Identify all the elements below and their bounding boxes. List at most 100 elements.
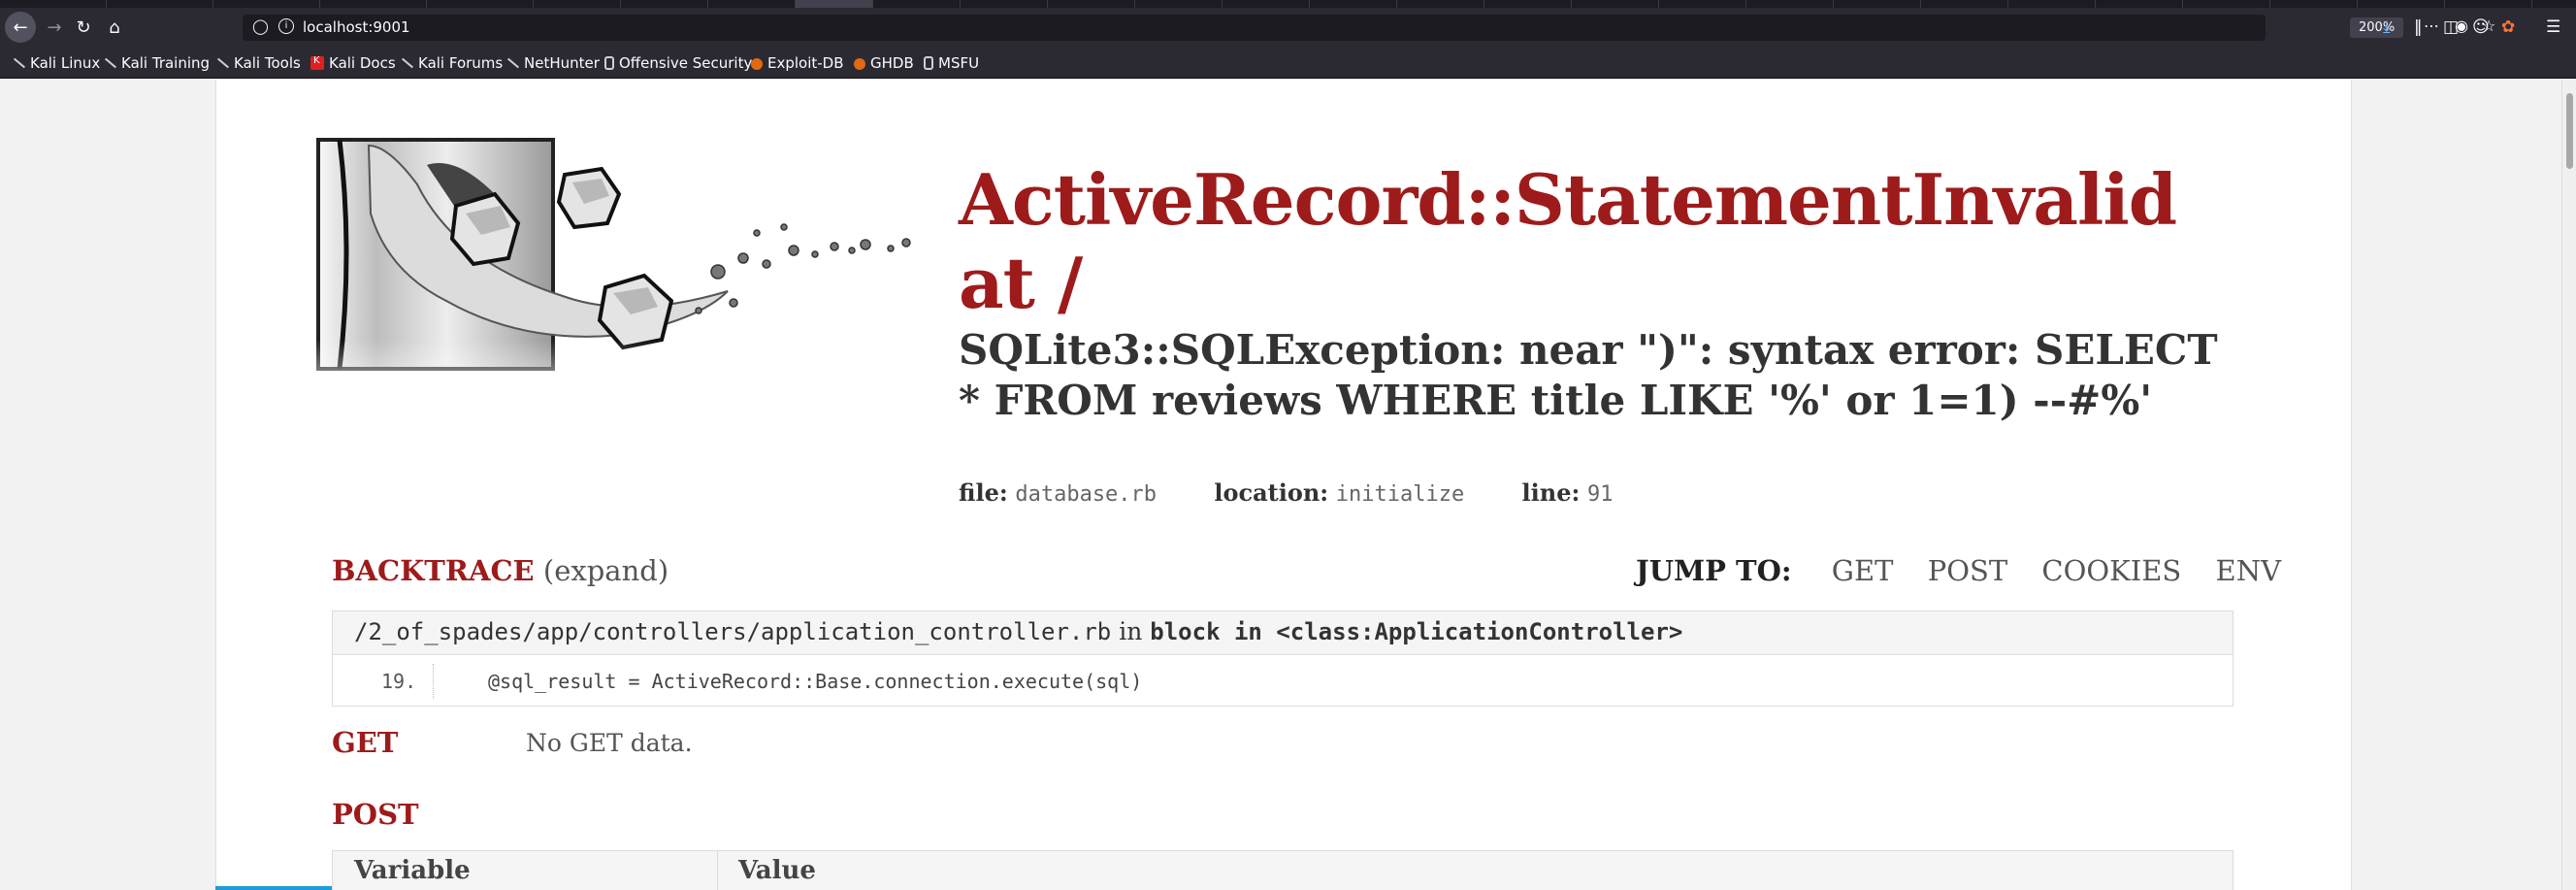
jump-link-post[interactable]: POST	[1928, 554, 2008, 587]
forward-icon[interactable]: →	[39, 12, 70, 43]
vertical-scrollbar[interactable]	[2561, 80, 2576, 890]
frame-file-path: /2_of_spades/app/controllers/application…	[354, 618, 1112, 645]
frame-in-text: in	[1119, 617, 1143, 645]
tab-strip	[0, 0, 2576, 8]
error-message: SQLite3::SQLException: near ")": syntax …	[959, 326, 2218, 424]
kali-dragon-icon	[215, 56, 229, 70]
browser-tab[interactable]	[1048, 0, 1135, 8]
bookmark-item[interactable]: Kali Training	[103, 54, 210, 72]
browser-tab-active[interactable]	[796, 0, 873, 8]
browser-tab[interactable]	[873, 0, 961, 8]
jump-link-cookies[interactable]: COOKIES	[2041, 554, 2181, 587]
file-value: database.rb	[1015, 482, 1158, 507]
line-value: 91	[1586, 482, 1614, 507]
offsec-icon	[604, 56, 614, 70]
browser-tab[interactable]	[2096, 0, 2183, 8]
frame-location[interactable]: /2_of_spades/app/controllers/application…	[333, 611, 2233, 655]
kali-dragon-icon	[400, 56, 413, 70]
get-section-heading: GET	[332, 726, 399, 759]
line-number: 19.	[381, 670, 417, 693]
browser-tab[interactable]	[2008, 0, 2096, 8]
bookmark-item[interactable]: NetHunter	[505, 54, 600, 72]
get-empty-message: No GET data.	[526, 729, 693, 757]
error-title: ActiveRecord::StatementInvalid at /	[959, 158, 2177, 324]
home-icon[interactable]: ⌂	[99, 12, 130, 43]
library-icon[interactable]: ‖	[2414, 17, 2423, 37]
browser-tab[interactable]	[1572, 0, 1659, 8]
browser-tab[interactable]	[2183, 0, 2270, 8]
bookmark-item[interactable]: Exploit-DB	[751, 54, 844, 72]
browser-tab[interactable]	[2358, 0, 2445, 8]
line-label: line:	[1521, 478, 1581, 507]
backtrace-expand-link[interactable]: (expand)	[543, 554, 668, 587]
scrollbar-thumb[interactable]	[2566, 93, 2573, 169]
extension-icon[interactable]: ✿	[2501, 17, 2515, 37]
back-icon[interactable]: ←	[5, 12, 36, 43]
code-snippet: @sql_result = ActiveRecord::Base.connect…	[488, 670, 1143, 693]
browser-tab[interactable]	[1484, 0, 1572, 8]
zoom-level-badge[interactable]: 200%	[2350, 17, 2404, 38]
jump-link-get[interactable]: GET	[1832, 554, 1894, 587]
bookmark-item[interactable]: Kali Forums	[400, 54, 503, 72]
browser-tab[interactable]	[1659, 0, 1746, 8]
location-label: location:	[1214, 478, 1329, 507]
jump-link-env[interactable]: ENV	[2216, 554, 2282, 587]
page-actions-icon[interactable]: ⋯	[2424, 16, 2439, 35]
browser-tab[interactable]	[1223, 0, 1310, 8]
browser-tab[interactable]	[2445, 0, 2532, 8]
browser-tab[interactable]	[534, 0, 621, 8]
browser-tab[interactable]	[1921, 0, 2008, 8]
browser-tab[interactable]	[213, 0, 320, 8]
browser-tab[interactable]	[1397, 0, 1484, 8]
browser-tab[interactable]	[708, 0, 796, 8]
bookmark-item[interactable]: Kali Docs	[310, 54, 396, 72]
frame-method: block in <class:ApplicationController>	[1150, 618, 1683, 645]
location-value: initialize	[1335, 482, 1465, 507]
browser-tab[interactable]	[107, 0, 213, 8]
reload-icon[interactable]: ↻	[68, 12, 99, 43]
bookmark-item[interactable]: Kali Linux	[12, 54, 100, 72]
backtrace-title: BACKTRACE	[332, 554, 535, 587]
kali-dragon-icon	[12, 56, 25, 70]
browser-tab[interactable]	[1135, 0, 1223, 8]
kali-dragon-icon	[103, 56, 116, 70]
splash-droplets	[695, 223, 911, 314]
bookmark-item[interactable]: Kali Tools	[215, 54, 301, 72]
jump-to-label: JUMP TO:	[1636, 554, 1792, 587]
ice-cube-shape	[556, 166, 622, 230]
account-icon[interactable]: ☺	[2472, 17, 2490, 37]
offsec-icon	[924, 56, 933, 70]
browser-tab[interactable]	[621, 0, 708, 8]
browser-tab[interactable]	[1746, 0, 1834, 8]
navigation-toolbar: ← → ↻ ⌂ ◯ i localhost:9001 200% ⋯ ◉ ☆ ⤓ …	[0, 8, 2576, 48]
exploit-db-icon	[854, 58, 865, 70]
exploit-db-icon	[751, 58, 763, 70]
tracking-shield-icon[interactable]: ◯	[252, 17, 269, 35]
bookmark-item[interactable]: GHDB	[854, 54, 914, 72]
error-location-meta: file: database.rb location: initialize l…	[959, 478, 1613, 507]
jump-to-nav: JUMP TO: GET POST COOKIES ENV	[1636, 554, 2281, 587]
browser-tab[interactable]	[1834, 0, 1921, 8]
backtrace-frame[interactable]: /2_of_spades/app/controllers/application…	[332, 610, 2234, 707]
kali-dragon-icon	[505, 56, 519, 70]
code-line: 19. @sql_result = ActiveRecord::Base.con…	[333, 656, 2233, 707]
browser-tab[interactable]	[961, 0, 1048, 8]
browser-tab[interactable]	[320, 0, 427, 8]
browser-tab[interactable]	[0, 0, 107, 8]
downloads-icon[interactable]: ⤓	[2383, 17, 2391, 37]
browser-tab[interactable]	[427, 0, 534, 8]
column-divider	[717, 851, 718, 890]
sidebar-icon[interactable]: ◫	[2443, 17, 2459, 37]
kali-docs-icon	[310, 55, 324, 70]
site-info-icon[interactable]: i	[278, 18, 294, 34]
url-text[interactable]: localhost:9001	[303, 18, 410, 36]
column-header-value: Value	[738, 856, 816, 885]
better-errors-logo	[310, 138, 931, 417]
url-bar[interactable]: ◯ i localhost:9001 200% ⋯ ◉ ☆	[243, 15, 2495, 41]
menu-icon[interactable]: ☰	[2546, 17, 2560, 37]
bookmark-item[interactable]: Offensive Security	[604, 54, 752, 72]
bookmark-item[interactable]: MSFU	[924, 54, 979, 72]
browser-tab[interactable]	[2270, 0, 2358, 8]
column-header-variable: Variable	[354, 856, 471, 885]
browser-tab[interactable]	[1310, 0, 1397, 8]
